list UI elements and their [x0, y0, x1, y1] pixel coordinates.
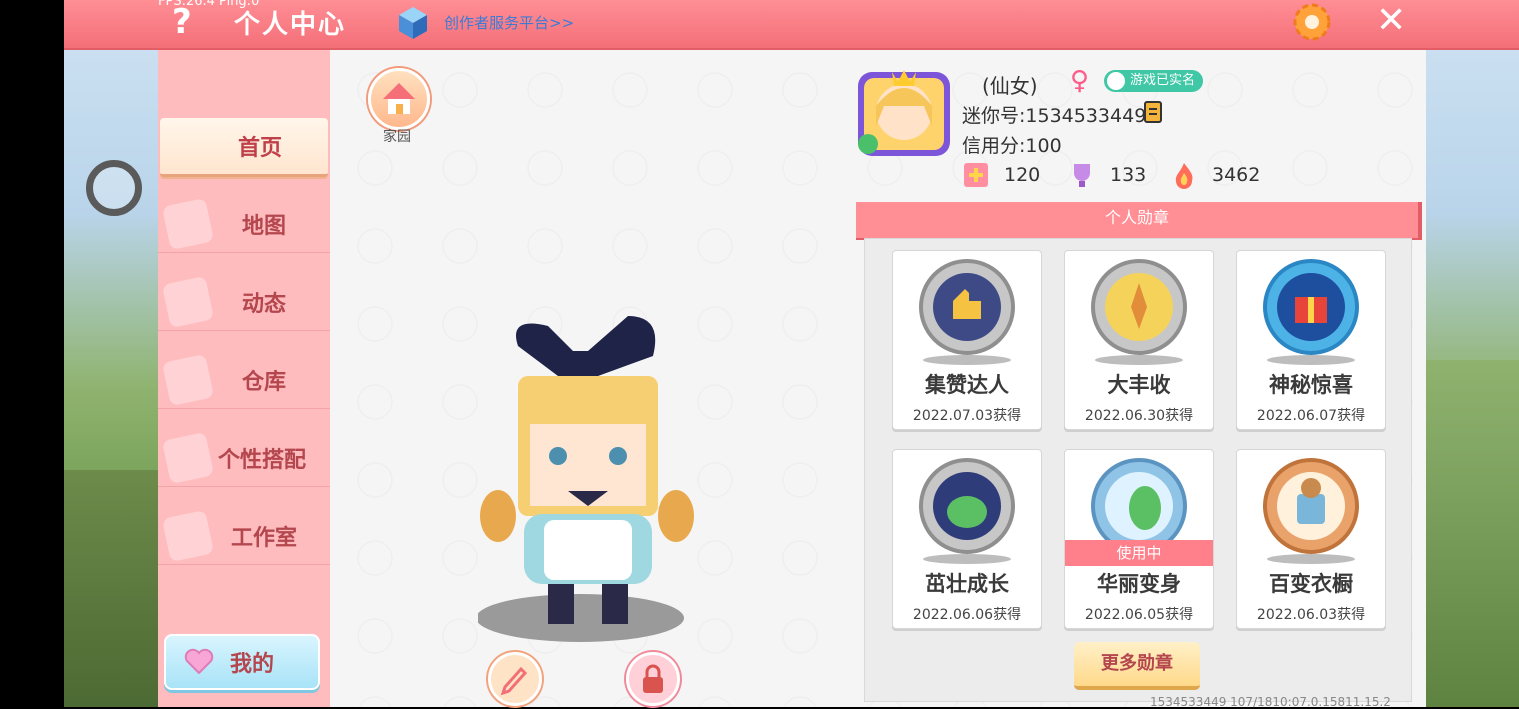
stat-value: 120: [1004, 164, 1041, 186]
home-button[interactable]: [368, 68, 430, 130]
avatar[interactable]: [854, 66, 954, 160]
cube-icon[interactable]: [398, 6, 428, 40]
medal-card[interactable]: 大丰收 2022.06.30获得: [1064, 250, 1214, 430]
medal-card[interactable]: 神秘惊喜 2022.06.07获得: [1236, 250, 1386, 430]
background-block-left: [64, 470, 158, 707]
creator-platform-link[interactable]: 创作者服务平台>>: [444, 12, 574, 33]
player-character[interactable]: [478, 306, 698, 646]
edit-button[interactable]: [488, 652, 542, 706]
close-icon[interactable]: ✕: [1376, 3, 1406, 39]
medal-shadow: [1095, 355, 1183, 365]
in-use-badge: 使用中: [1065, 540, 1213, 566]
female-icon: ♀: [1070, 66, 1090, 96]
medal-date: 2022.06.06获得: [912, 607, 1022, 623]
medal-card[interactable]: 使用中 华丽变身 2022.06.05获得: [1064, 449, 1214, 629]
sidebar: 首页 地图 动态 仓库 个性搭配 工作室: [158, 50, 330, 707]
sidebar-item-studio[interactable]: 工作室: [158, 508, 330, 565]
sidebar-item-label: 地图: [241, 214, 286, 239]
sidebar-item-label: 工作室: [230, 526, 297, 551]
medal-name: 华丽变身: [1097, 572, 1181, 596]
stat-flag: 120: [962, 160, 1040, 190]
nickname: (仙女): [982, 74, 1038, 98]
pencil-icon: [500, 666, 528, 696]
medal-card[interactable]: 茁壮成长 2022.06.06获得: [892, 449, 1042, 629]
trophy-icon: [1074, 164, 1090, 187]
page-title: 个人中心: [234, 10, 347, 40]
medal-card[interactable]: 百变衣橱 2022.06.03获得: [1236, 449, 1386, 629]
sidebar-item-label: 动态: [241, 292, 286, 317]
sidebar-item-label: 个性搭配: [217, 448, 306, 473]
sidebar-item-label: 首页: [237, 136, 282, 161]
credit-score: 信用分:100: [962, 135, 1062, 157]
medal-name: 百变衣橱: [1269, 572, 1353, 596]
lock-icon: [643, 664, 663, 693]
stat-value: 3462: [1212, 164, 1261, 186]
stat-value: 133: [1110, 164, 1147, 186]
flag-plus-icon: [964, 163, 988, 187]
stat-fire: 3462: [1170, 160, 1260, 190]
floating-ring-button[interactable]: [86, 160, 142, 216]
wardrobe-medal-icon: [1263, 458, 1359, 554]
medal-name: 集赞达人: [925, 373, 1009, 397]
growth-medal-icon: [919, 458, 1015, 554]
medal-shadow: [1267, 355, 1355, 365]
sidebar-item-feed[interactable]: 动态: [158, 274, 330, 331]
copy-icon[interactable]: [1143, 100, 1167, 126]
medal-section-header: 个人勋章: [856, 202, 1422, 240]
medal-shadow: [1267, 554, 1355, 564]
mine-label: 我的: [229, 652, 274, 677]
medal-shadow: [923, 554, 1011, 564]
fire-icon: [1175, 163, 1193, 189]
medal-date: 2022.06.07获得: [1256, 408, 1366, 424]
medal-name: 大丰收: [1107, 373, 1171, 397]
user-check-icon: [1107, 72, 1125, 90]
medal-date: 2022.06.30获得: [1084, 408, 1194, 424]
gear-icon[interactable]: [1291, 1, 1333, 43]
help-icon[interactable]: ?: [172, 2, 192, 42]
gift-medal-icon: [1263, 259, 1359, 355]
thumbs-up-medal-icon: [919, 259, 1015, 355]
sidebar-item-label: 仓库: [241, 370, 286, 395]
medal-shadow: [923, 355, 1011, 365]
more-medals-button[interactable]: 更多勋章: [1074, 642, 1200, 690]
sidebar-item-warehouse[interactable]: 仓库: [158, 352, 330, 409]
lock-button[interactable]: [626, 652, 680, 706]
home-label: 家园: [383, 129, 411, 145]
medal-name: 茁壮成长: [925, 572, 1009, 596]
background-block-right: [1425, 360, 1519, 707]
sidebar-item-outfit[interactable]: 个性搭配: [158, 430, 330, 487]
verified-badge: 游戏已实名: [1104, 70, 1204, 92]
heart-icon: [184, 648, 214, 674]
verified-label: 游戏已实名: [1130, 73, 1196, 88]
sidebar-item-home[interactable]: 首页: [160, 118, 328, 177]
medal-date: 2022.06.05获得: [1084, 607, 1194, 623]
sidebar-item-map[interactable]: 地图: [158, 196, 330, 253]
medal-date: 2022.06.03获得: [1256, 607, 1366, 623]
medal-card[interactable]: 集赞达人 2022.07.03获得: [892, 250, 1042, 430]
stat-trophy: 133: [1068, 160, 1146, 190]
harvest-medal-icon: [1091, 259, 1187, 355]
mine-button[interactable]: 我的: [164, 634, 320, 690]
house-icon: [383, 83, 415, 114]
medal-date: 2022.07.03获得: [912, 408, 1022, 424]
medal-name: 神秘惊喜: [1269, 373, 1353, 397]
mini-id: 迷你号:1534533449: [962, 105, 1147, 127]
